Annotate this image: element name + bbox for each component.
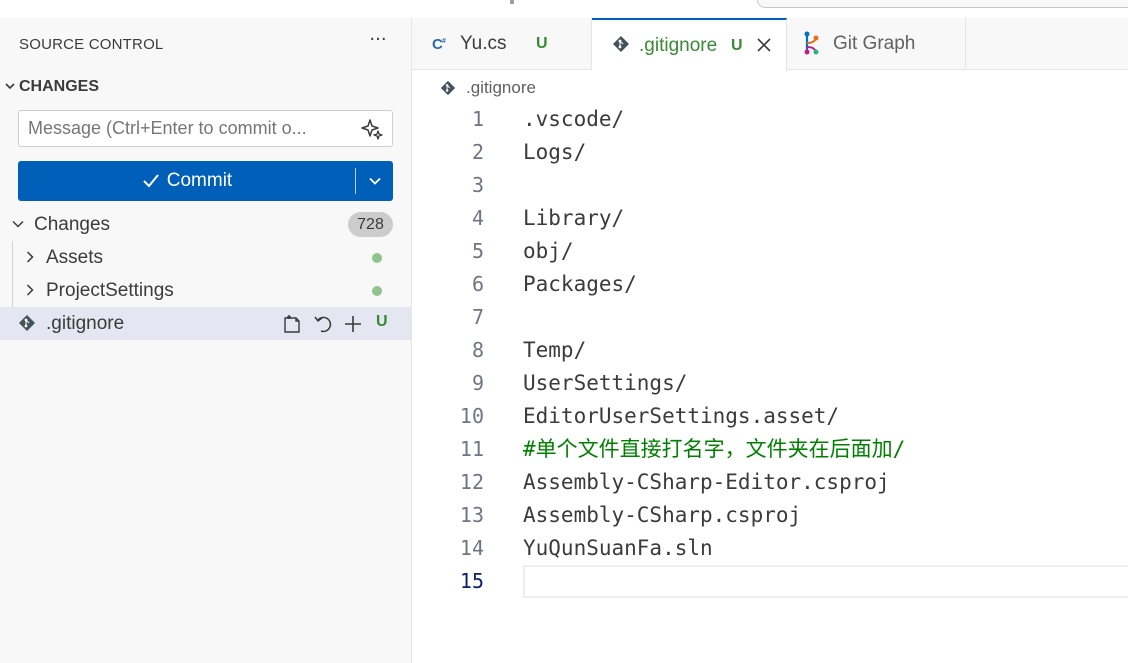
code-line: 9 UserSettings/ (412, 367, 1128, 400)
more-actions-icon[interactable]: ··· (366, 30, 390, 54)
line-text: YuQunSuanFa.sln (523, 536, 713, 560)
breadcrumb[interactable]: .gitignore (440, 76, 536, 100)
breadcrumb-file: .gitignore (466, 78, 536, 97)
code-line: 1 .vscode/ (412, 103, 1128, 136)
line-text: Library/ (523, 206, 625, 230)
git-file-icon (613, 36, 629, 52)
chevron-down-icon (368, 177, 381, 185)
code-line: 8 Temp/ (412, 334, 1128, 367)
title-bar-mark (510, 0, 514, 4)
changes-group-label: Changes (34, 213, 111, 235)
tree-item-label: .gitignore (46, 312, 125, 334)
tree-item-label: Assets (46, 246, 104, 268)
line-number: 4 (471, 206, 484, 230)
line-number: 3 (471, 173, 484, 197)
code-line: 7 (412, 301, 1128, 334)
tree-item-assets[interactable]: Assets (0, 241, 411, 274)
stage-changes-icon[interactable] (342, 313, 364, 335)
svg-text:#: # (442, 38, 446, 45)
tab-git-graph[interactable]: Git Graph (787, 18, 966, 70)
commit-dropdown-button[interactable] (356, 161, 393, 201)
code-line: 10 EditorUserSettings.asset/ (412, 400, 1128, 433)
git-graph-icon (804, 31, 819, 55)
line-number: 2 (471, 140, 484, 164)
tab-status: U (536, 35, 548, 52)
editor-tab-bar: C # Yu.cs U .gitignore U Git Graph (412, 18, 1128, 71)
line-number: 15 (459, 569, 484, 593)
tab-status: U (731, 36, 743, 54)
command-center[interactable] (757, 0, 1128, 8)
line-text: Temp/ (523, 338, 587, 362)
title-bar-strip (0, 0, 1128, 18)
modified-dot (372, 253, 382, 263)
sidebar-title: SOURCE CONTROL (19, 36, 164, 53)
code-line: 4 Library/ (412, 202, 1128, 235)
close-icon[interactable] (755, 36, 773, 54)
chevron-right-icon (22, 282, 38, 298)
line-number: 9 (471, 371, 484, 395)
modified-dot (372, 286, 382, 296)
open-file-icon[interactable] (281, 313, 303, 335)
tree-item-gitignore[interactable]: .gitignore U (0, 307, 411, 340)
line-number: 10 (459, 404, 484, 428)
line-number: 8 (471, 338, 484, 362)
line-number: 1 (471, 107, 484, 131)
code-editor[interactable]: 1 .vscode/ 2 Logs/ 3 4 Library/ 5 obj/ 6 Pack… (412, 103, 1128, 598)
line-number: 11 (459, 437, 484, 461)
chevron-down-icon (0, 80, 19, 95)
code-line: 12 Assembly-CSharp-Editor.csproj (412, 466, 1128, 499)
git-file-icon (19, 315, 35, 331)
commit-button[interactable]: Commit (18, 161, 355, 201)
code-line: 6 Packages/ (412, 268, 1128, 301)
section-title: CHANGES (19, 78, 100, 95)
source-control-sidebar: SOURCE CONTROL ··· CHANGES Commit Change… (0, 18, 412, 663)
check-icon (143, 174, 159, 188)
code-line: 13 Assembly-CSharp.csproj (412, 499, 1128, 532)
tab-yu-cs[interactable]: C # Yu.cs U (412, 18, 592, 70)
code-line: 14 YuQunSuanFa.sln (412, 532, 1128, 565)
line-text: .vscode/ (523, 107, 625, 131)
tree-item-projectsettings[interactable]: ProjectSettings (0, 274, 411, 307)
commit-button-group: Commit (18, 161, 393, 201)
git-file-icon (440, 80, 456, 96)
discard-changes-icon[interactable] (312, 313, 334, 335)
line-text: Assembly-CSharp.csproj (523, 503, 802, 527)
changes-count-badge: 728 (348, 212, 393, 237)
changes-group-row[interactable]: Changes 728 (0, 208, 411, 241)
line-text: EditorUserSettings.asset/ (523, 404, 840, 428)
line-text: Logs/ (523, 140, 587, 164)
line-number: 6 (471, 272, 484, 296)
line-number: 7 (471, 305, 484, 329)
line-number: 13 (459, 503, 484, 527)
tab-gitignore[interactable]: .gitignore U (592, 18, 787, 71)
code-line: 3 (412, 169, 1128, 202)
code-line: 11 #单个文件直接打名字，文件夹在后面加/ (412, 433, 1128, 466)
csharp-file-icon: C # (432, 36, 446, 53)
untracked-status: U (376, 313, 388, 330)
line-number: 5 (471, 239, 484, 263)
line-text: UserSettings/ (523, 371, 688, 395)
current-code-line[interactable]: 15 (412, 565, 1128, 598)
code-line: 5 obj/ (412, 235, 1128, 268)
chevron-down-icon (10, 216, 26, 232)
commit-message-input[interactable] (19, 111, 349, 146)
line-number: 14 (459, 536, 484, 560)
current-line-highlight (523, 565, 1128, 598)
tab-label: .gitignore (639, 34, 718, 56)
tree-item-label: ProjectSettings (46, 279, 174, 301)
tab-label: Git Graph (833, 33, 916, 54)
line-text: obj/ (523, 239, 574, 263)
line-text: Assembly-CSharp-Editor.csproj (523, 470, 890, 494)
commit-message-box (18, 110, 393, 147)
chevron-right-icon (22, 249, 38, 265)
commit-label: Commit (166, 170, 233, 191)
changes-section-header[interactable]: CHANGES (0, 76, 99, 98)
comment-text: #单个文件直接打名字，文件夹在后面加/ (523, 437, 906, 461)
sparkle-icon[interactable] (360, 117, 384, 141)
line-number: 12 (459, 470, 484, 494)
tab-label: Yu.cs (460, 33, 507, 54)
code-line: 2 Logs/ (412, 136, 1128, 169)
line-text: Packages/ (523, 272, 637, 296)
